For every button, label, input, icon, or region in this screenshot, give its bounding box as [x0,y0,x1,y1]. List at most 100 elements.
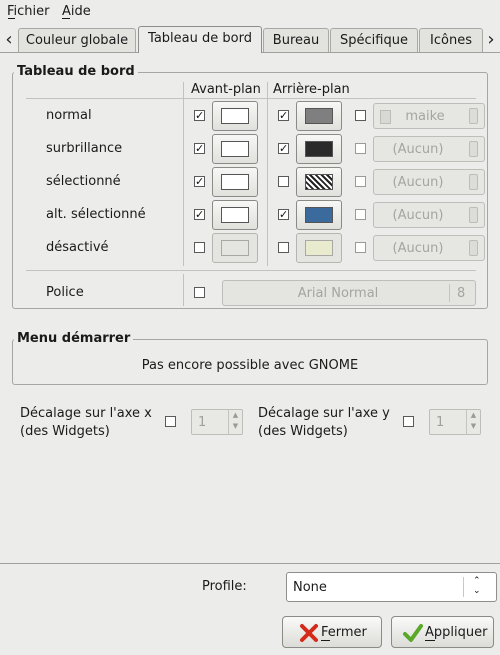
close-icon [300,624,318,642]
fg-checkbox-selectionne[interactable]: ✓ [194,176,205,187]
color-swatch [305,240,333,256]
header-separator [26,98,476,99]
fg-color-button-alt-selectionne[interactable] [212,200,258,230]
fg-color-button-surbrillance[interactable] [212,134,258,164]
x-offset-label: Décalage sur l'axe x [20,406,152,421]
bg-checkbox-desactive[interactable] [278,242,289,253]
combo-value: maike [405,109,445,124]
row-label-alt-selectionne: alt. sélectionné [46,207,146,222]
mnemonic-underline [62,18,70,19]
x-offset-spinner[interactable]: 1 ▲ ▼ [191,409,243,435]
tab-scroll-right-icon[interactable]: › [484,30,498,50]
font-name: Arial Normal [297,286,379,301]
y-offset-sublabel: (des Widgets) [258,424,348,439]
tab-label: Bureau [272,33,320,48]
column-separator [183,82,184,266]
tab-label: Couleur globale [25,33,129,48]
bg-color-button-normal[interactable] [296,101,342,131]
tab-tableau-de-bord[interactable]: Tableau de bord [138,26,262,53]
gradient-swatch [305,174,333,190]
combo-value: (Aucun) [392,175,444,190]
image-checkbox-alt-selectionne[interactable] [355,209,366,220]
menu-aide[interactable]: Aide [62,4,91,19]
x-offset-sublabel: (des Widgets) [20,424,110,439]
fg-checkbox-surbrillance[interactable]: ✓ [194,143,205,154]
color-swatch [221,240,249,256]
image-combo-desactive[interactable]: (Aucun) [373,235,485,261]
row-label-surbrillance: surbrillance [46,141,123,156]
y-offset-checkbox[interactable] [403,416,414,427]
column-separator [267,82,268,266]
bg-color-button-alt-selectionne[interactable] [296,200,342,230]
image-combo-alt-selectionne[interactable]: (Aucun) [373,202,485,228]
spinner-value: 1 [436,415,445,430]
bg-color-button-desactive[interactable] [296,233,342,263]
combo-knob-icon [469,141,478,157]
background-header: Arrière-plan [273,82,350,97]
apply-button[interactable]: Appliquer [391,616,494,648]
tab-icones[interactable]: Icônes [419,28,483,52]
spinner-value: 1 [198,415,207,430]
row-label-selectionne: sélectionné [46,174,121,189]
foreground-header: Avant-plan [191,82,261,97]
menu-fichier[interactable]: Fichier [7,4,50,19]
mnemonic-underline [321,640,330,641]
fg-color-button-desactive[interactable] [212,233,258,263]
checkmark-icon [403,624,423,642]
image-combo-selectionne[interactable]: (Aucun) [373,169,485,195]
tab-couleur-globale[interactable]: Couleur globale [18,28,136,52]
y-offset-spinner[interactable]: 1 ▲ ▼ [429,409,481,435]
menu-fichier-label: Fichier [7,4,50,19]
font-separator [26,270,476,271]
frame-title: Tableau de bord [14,64,138,79]
bg-checkbox-alt-selectionne[interactable]: ✓ [278,209,289,220]
profile-value: None [293,580,327,595]
bg-checkbox-surbrillance[interactable]: ✓ [278,143,289,154]
profile-select[interactable]: None ⌃ ⌄ [286,572,497,602]
profile-label: Profile: [202,579,247,594]
tab-label: Tableau de bord [148,31,252,46]
tab-scroll-left-icon[interactable]: ‹ [2,30,16,50]
color-swatch [305,108,333,124]
tab-label: Icônes [430,33,472,48]
combo-knob-icon [469,108,478,124]
profile-select-separator [463,577,464,597]
column-separator [183,274,184,306]
font-checkbox[interactable] [194,287,205,298]
fg-checkbox-normal[interactable]: ✓ [194,110,205,121]
fg-checkbox-alt-selectionne[interactable]: ✓ [194,209,205,220]
fg-color-button-normal[interactable] [212,101,258,131]
image-checkbox-desactive[interactable] [355,242,366,253]
spinner-arrows-icon[interactable]: ▲ ▼ [466,410,480,434]
image-checkbox-selectionne[interactable] [355,176,366,187]
x-offset-checkbox[interactable] [165,416,176,427]
image-checkbox-normal[interactable] [355,110,366,121]
close-button-label: Fermer [321,625,367,640]
font-button[interactable]: Arial Normal 8 [222,280,476,306]
font-button-separator [449,284,450,302]
close-button[interactable]: Fermer [282,616,382,648]
row-label-normal: normal [46,108,92,123]
row-label-desactive: désactivé [46,240,109,255]
apply-button-label: Appliquer [425,625,488,640]
combo-knob-icon [469,174,478,190]
combo-knob-icon [469,207,478,223]
bg-color-button-surbrillance[interactable] [296,134,342,164]
spinner-arrows-icon[interactable]: ▲ ▼ [228,410,242,434]
bg-checkbox-selectionne[interactable] [278,176,289,187]
color-swatch [221,141,249,157]
combo-value: (Aucun) [392,241,444,256]
mnemonic-underline [425,640,435,641]
image-combo-normal[interactable]: maike [373,103,485,129]
combo-value: (Aucun) [392,142,444,157]
fg-color-button-selectionne[interactable] [212,167,258,197]
tab-specifique[interactable]: Spécifique [330,28,418,52]
fg-checkbox-desactive[interactable] [194,242,205,253]
bg-color-button-selectionne[interactable] [296,167,342,197]
tab-bureau[interactable]: Bureau [263,28,329,52]
bg-checkbox-normal[interactable]: ✓ [278,110,289,121]
color-swatch [305,141,333,157]
menubar: Fichier Aide [0,0,500,24]
image-checkbox-surbrillance[interactable] [355,143,366,154]
image-combo-surbrillance[interactable]: (Aucun) [373,136,485,162]
